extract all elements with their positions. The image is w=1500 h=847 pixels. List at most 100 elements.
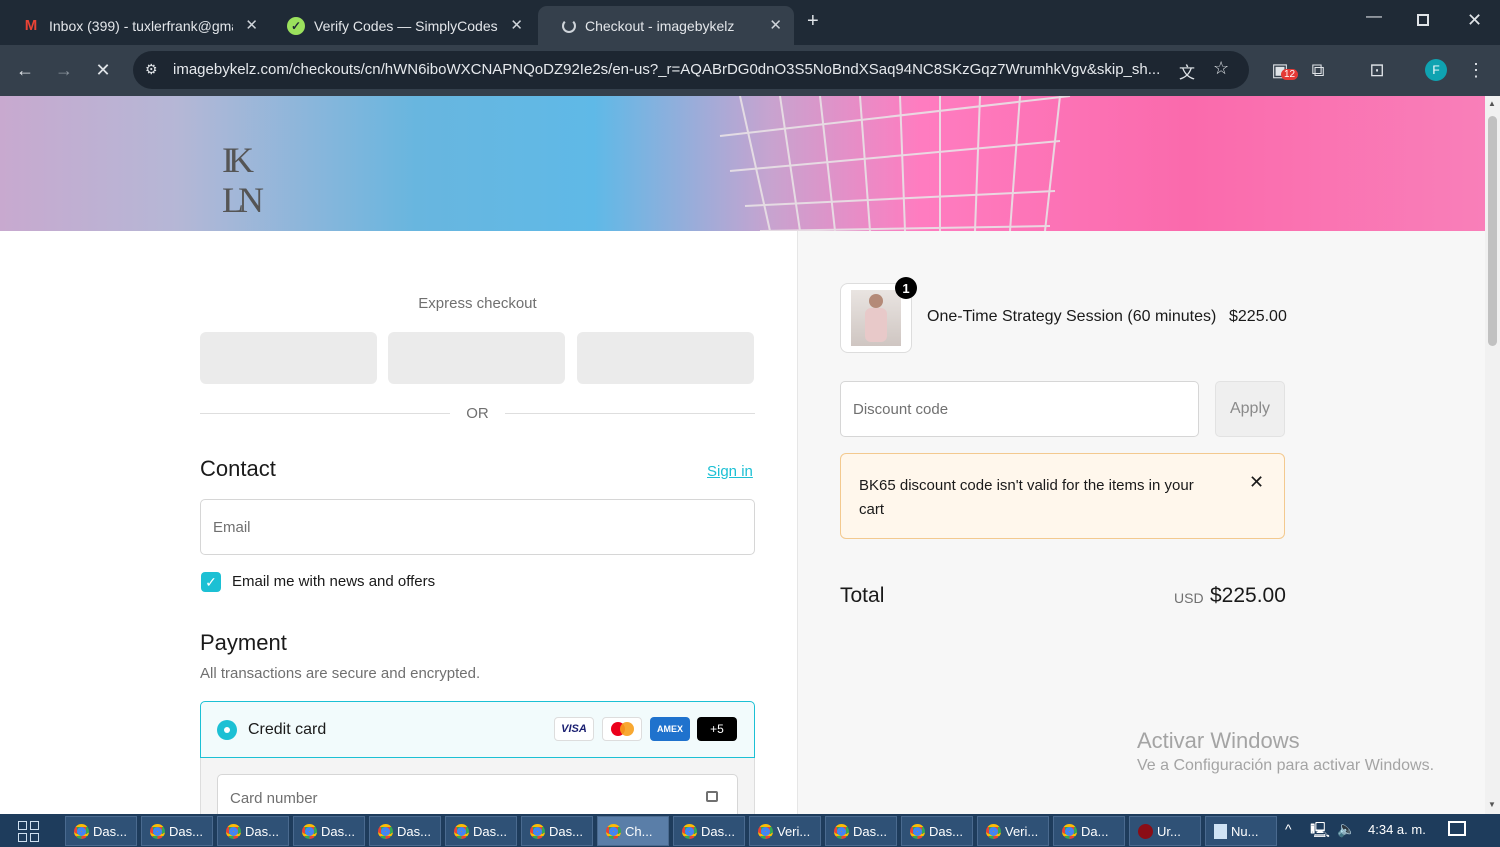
taskbar-button[interactable]: Das...	[293, 816, 365, 846]
window-close-icon[interactable]: ✕	[1467, 10, 1482, 31]
scroll-up-icon[interactable]: ▲	[1488, 99, 1496, 108]
site-info-icon[interactable]: ⚙	[145, 61, 158, 78]
chrome-icon	[74, 823, 89, 839]
tab-gmail[interactable]: M Inbox (399) - tuxlerfrank@gmail.com ✕	[0, 6, 270, 45]
start-grid-icon[interactable]	[18, 821, 40, 843]
tab-strip: M Inbox (399) - tuxlerfrank@gmail.com ✕ …	[0, 0, 1500, 45]
total-label: Total	[840, 584, 885, 607]
minimize-icon[interactable]: —	[1366, 8, 1382, 26]
taskbar-button[interactable]: Nu...	[1205, 816, 1277, 846]
tab-label: Verify Codes — SimplyCodes	[314, 17, 498, 34]
chrome-icon	[150, 823, 165, 839]
gmail-icon: M	[24, 17, 38, 34]
chrome-icon	[454, 823, 469, 839]
network-icon[interactable]: 🖳	[1310, 820, 1330, 845]
taskbar-button[interactable]: Veri...	[977, 816, 1049, 846]
chrome-icon	[986, 823, 1001, 839]
close-icon[interactable]: ✕	[769, 16, 782, 34]
taskbar-button[interactable]: Das...	[901, 816, 973, 846]
taskbar-button-active[interactable]: Ch...	[597, 816, 669, 846]
menu-kebab-icon[interactable]: ⋮	[1463, 57, 1489, 83]
tab-label: Inbox (399) - tuxlerfrank@gmail.com	[49, 17, 233, 34]
discount-placeholder: Discount code	[853, 400, 949, 418]
chrome-icon	[682, 823, 697, 839]
stop-icon[interactable]: ✕	[90, 57, 116, 83]
taskbar-button[interactable]: Ur...	[1129, 816, 1201, 846]
clock[interactable]: 4:34 a. m.	[1368, 822, 1426, 837]
close-icon[interactable]: ✕	[245, 16, 258, 34]
new-tab-icon[interactable]: +	[807, 10, 819, 33]
windows-taskbar: Das... Das... Das... Das... Das... Das..…	[0, 814, 1500, 847]
url-text[interactable]: imagebykelz.com/checkouts/cn/hWN6iboWXCN…	[173, 61, 1163, 78]
extension-icon[interactable]: ▣ 12	[1267, 57, 1299, 83]
email-field[interactable]: Email	[200, 499, 755, 555]
scroll-down-icon[interactable]: ▼	[1488, 800, 1496, 809]
profile-avatar[interactable]: F	[1425, 59, 1447, 81]
visa-logo: VISA	[554, 717, 594, 741]
chrome-icon	[378, 823, 393, 839]
apply-button[interactable]: Apply	[1215, 381, 1285, 437]
taskbar-button[interactable]: Das...	[445, 816, 517, 846]
volume-icon[interactable]: 🔈	[1337, 820, 1356, 838]
tab-label: Checkout - imagebykelz	[585, 17, 735, 34]
scroll-thumb[interactable]	[1488, 116, 1497, 346]
taskbar-button[interactable]: Das...	[217, 816, 289, 846]
extension-badge: 12	[1281, 69, 1299, 80]
discount-error-banner: BK65 discount code isn't valid for the i…	[840, 453, 1285, 539]
activation-watermark-subtitle: Ve a Configuración para activar Windows.	[1137, 757, 1435, 774]
discount-code-input[interactable]: Discount code	[840, 381, 1199, 437]
divider	[200, 413, 450, 414]
taskbar-button[interactable]: Das...	[141, 816, 213, 846]
taskbar-button[interactable]: Das...	[521, 816, 593, 846]
loading-icon	[562, 18, 576, 33]
chrome-icon	[1062, 823, 1077, 839]
newsletter-label: Email me with news and offers	[232, 573, 436, 590]
error-message: BK65 discount code isn't valid for the i…	[859, 477, 1194, 518]
restore-icon[interactable]	[1417, 14, 1429, 26]
dismiss-close-icon[interactable]: ✕	[1249, 472, 1264, 493]
chrome-icon	[758, 823, 773, 839]
credit-card-radio[interactable]	[217, 720, 237, 740]
chrome-icon	[606, 823, 621, 839]
app-icon	[1138, 823, 1153, 839]
taskbar-button[interactable]: Das...	[825, 816, 897, 846]
tab-simplycodes[interactable]: ✓ Verify Codes — SimplyCodes ✕	[265, 6, 535, 45]
express-pay-button-2[interactable]	[388, 332, 565, 384]
simplycodes-icon: ✓	[287, 16, 305, 35]
sign-in-link[interactable]: Sign in	[707, 463, 753, 480]
quantity-badge: 1	[895, 277, 917, 299]
express-checkout-label: Express checkout	[418, 295, 537, 312]
tab-checkout[interactable]: Checkout - imagebykelz ✕	[538, 6, 794, 45]
browser-toolbar: ← → ✕ ⚙ imagebykelz.com/checkouts/cn/hWN…	[0, 45, 1500, 96]
store-logo[interactable]: IK LN	[222, 140, 264, 220]
taskbar-button[interactable]: Da...	[1053, 816, 1125, 846]
forward-icon[interactable]: →	[51, 57, 77, 83]
express-pay-button-3[interactable]	[577, 332, 754, 384]
back-icon[interactable]: ←	[12, 57, 38, 83]
taskbar-button[interactable]: Das...	[673, 816, 745, 846]
activation-watermark-title: Activar Windows	[1137, 728, 1300, 753]
taskbar-button[interactable]: Das...	[369, 816, 441, 846]
chrome-icon	[910, 823, 925, 839]
payment-heading: Payment	[200, 630, 287, 655]
translate-icon[interactable]: 文	[1179, 59, 1195, 83]
total-amount: $225.00	[1210, 584, 1286, 607]
page-scrollbar[interactable]: ▲ ▼	[1485, 96, 1500, 814]
taskbar-button[interactable]: Veri...	[749, 816, 821, 846]
cast-icon[interactable]: ⊡	[1364, 57, 1390, 83]
express-pay-button-1[interactable]	[200, 332, 377, 384]
card-number-placeholder: Card number	[230, 789, 318, 807]
tray-chevron-icon[interactable]: ^	[1285, 821, 1292, 837]
taskbar-button[interactable]: Das...	[65, 816, 137, 846]
credit-card-label: Credit card	[248, 721, 327, 738]
mastercard-logo	[602, 717, 642, 741]
close-icon[interactable]: ✕	[510, 16, 523, 34]
chrome-icon	[834, 823, 849, 839]
notifications-icon[interactable]	[1448, 821, 1466, 836]
bookmark-star-icon[interactable]: ☆	[1213, 58, 1229, 79]
puzzle-icon[interactable]: ⧉	[1305, 57, 1331, 83]
newsletter-checkbox[interactable]: ✓	[201, 572, 221, 592]
or-separator: OR	[466, 405, 489, 422]
address-bar[interactable]: ⚙ imagebykelz.com/checkouts/cn/hWN6iboWX…	[133, 51, 1249, 89]
lock-icon	[706, 791, 718, 802]
